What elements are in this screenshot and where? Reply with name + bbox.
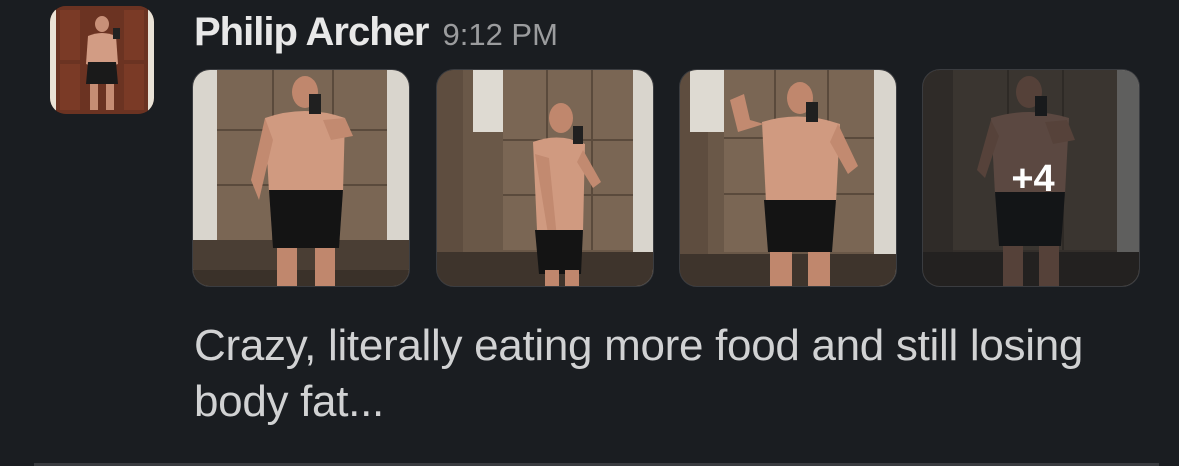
image-thumbnail-3[interactable] xyxy=(679,69,897,287)
gym-selfie-image xyxy=(680,70,896,286)
image-attachments: +4 xyxy=(192,69,1142,287)
image-thumbnail-2[interactable] xyxy=(436,69,654,287)
message-timestamp[interactable]: 9:12 PM xyxy=(442,17,557,53)
sender-name[interactable]: Philip Archer xyxy=(194,10,429,55)
avatar[interactable] xyxy=(50,6,154,114)
avatar-photo xyxy=(50,6,154,114)
message-item: Philip Archer 9:12 PM +4 Crazy, literall… xyxy=(0,0,1179,466)
more-images-count: +4 xyxy=(1011,158,1055,200)
gym-selfie-image xyxy=(193,70,409,286)
image-thumbnail-1[interactable] xyxy=(192,69,410,287)
message-header: Philip Archer 9:12 PM xyxy=(194,10,558,62)
message-text: Crazy, literally eating more food and st… xyxy=(194,321,1084,426)
image-thumbnail-more[interactable]: +4 xyxy=(922,69,1140,287)
gym-selfie-image xyxy=(437,70,653,286)
